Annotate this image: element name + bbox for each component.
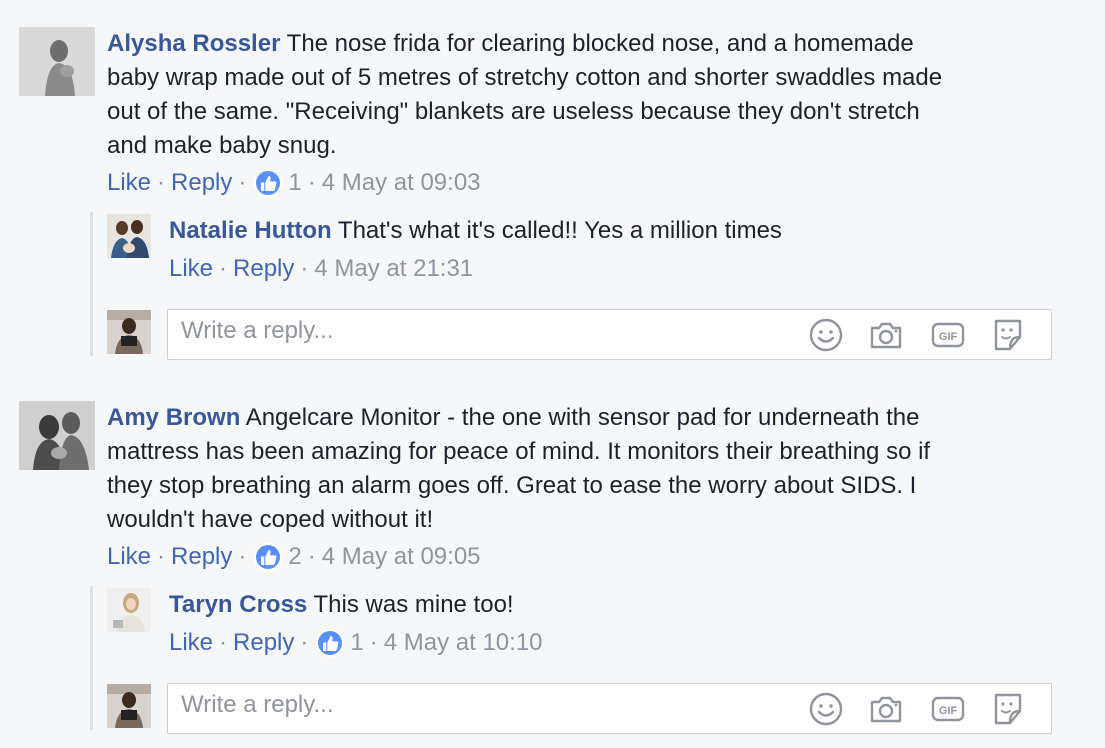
camera-icon[interactable] bbox=[868, 317, 904, 353]
timestamp[interactable]: 4 May at 21:31 bbox=[314, 254, 473, 284]
timestamp[interactable]: 4 May at 10:10 bbox=[384, 628, 543, 658]
like-link[interactable]: Like bbox=[107, 168, 151, 198]
reply-thread-line bbox=[90, 212, 93, 356]
separator: · bbox=[300, 629, 309, 656]
like-reaction-icon[interactable] bbox=[254, 169, 283, 197]
reply-link[interactable]: Reply bbox=[233, 628, 294, 658]
separator: · bbox=[369, 629, 378, 656]
avatar[interactable] bbox=[107, 588, 151, 632]
gif-label: GIF bbox=[939, 331, 958, 343]
current-user-avatar bbox=[107, 310, 151, 354]
comment-author[interactable]: Amy Brown bbox=[107, 404, 240, 431]
comment-text-line: wouldn't have coped without it! bbox=[107, 506, 434, 533]
sticker-icon[interactable] bbox=[990, 691, 1026, 727]
like-link[interactable]: Like bbox=[169, 254, 213, 284]
reply-input[interactable]: Write a reply... GIF bbox=[167, 683, 1052, 734]
timestamp[interactable]: 4 May at 09:03 bbox=[322, 168, 481, 198]
comment-text-line: mattress has been amazing for peace of m… bbox=[107, 438, 931, 465]
separator: · bbox=[300, 255, 309, 282]
reply-input[interactable]: Write a reply... GIF bbox=[167, 309, 1052, 360]
comment-text-line: and make baby snug. bbox=[107, 132, 337, 159]
reply-thread-line bbox=[90, 586, 93, 730]
reply-link[interactable]: Reply bbox=[171, 542, 232, 572]
separator: · bbox=[307, 543, 316, 570]
comment-text-line: Angelcare Monitor - the one with sensor … bbox=[245, 404, 920, 431]
like-reaction-icon[interactable] bbox=[254, 543, 283, 571]
sticker-icon[interactable] bbox=[990, 317, 1026, 353]
separator: · bbox=[157, 169, 166, 196]
comment-text-line: out of the same. "Receiving" blankets ar… bbox=[107, 98, 920, 125]
gif-label: GIF bbox=[939, 705, 958, 717]
reaction-count[interactable]: 1 bbox=[288, 168, 301, 198]
separator: · bbox=[238, 169, 247, 196]
current-user-avatar bbox=[107, 684, 151, 728]
reply-placeholder: Write a reply... bbox=[181, 691, 334, 718]
like-reaction-icon[interactable] bbox=[316, 629, 345, 657]
emoji-icon[interactable] bbox=[808, 691, 844, 727]
gif-icon[interactable]: GIF bbox=[930, 691, 966, 727]
gif-icon[interactable]: GIF bbox=[930, 317, 966, 353]
reply-placeholder: Write a reply... bbox=[181, 317, 334, 344]
separator: · bbox=[238, 543, 247, 570]
avatar[interactable] bbox=[107, 214, 151, 258]
reply-link[interactable]: Reply bbox=[171, 168, 232, 198]
reply-text: That's what it's called!! Yes a million … bbox=[337, 217, 782, 244]
reply-author[interactable]: Natalie Hutton bbox=[169, 217, 332, 244]
comment-text-line: they stop breathing an alarm goes off. G… bbox=[107, 472, 917, 499]
reply-author[interactable]: Taryn Cross bbox=[169, 591, 307, 618]
separator: · bbox=[219, 255, 228, 282]
camera-icon[interactable] bbox=[868, 691, 904, 727]
separator: · bbox=[307, 169, 316, 196]
reaction-count[interactable]: 1 bbox=[350, 628, 363, 658]
separator: · bbox=[219, 629, 228, 656]
like-link[interactable]: Like bbox=[169, 628, 213, 658]
timestamp[interactable]: 4 May at 09:05 bbox=[322, 542, 481, 572]
comment-text-line: The nose frida for clearing blocked nose… bbox=[286, 30, 914, 57]
like-link[interactable]: Like bbox=[107, 542, 151, 572]
emoji-icon[interactable] bbox=[808, 317, 844, 353]
comment-author[interactable]: Alysha Rossler bbox=[107, 30, 280, 57]
reply-text: This was mine too! bbox=[313, 591, 514, 618]
comment-text-line: baby wrap made out of 5 metres of stretc… bbox=[107, 64, 943, 91]
separator: · bbox=[157, 543, 166, 570]
reply-link[interactable]: Reply bbox=[233, 254, 294, 284]
reaction-count[interactable]: 2 bbox=[288, 542, 301, 572]
avatar[interactable] bbox=[19, 27, 95, 96]
avatar[interactable] bbox=[19, 401, 95, 470]
